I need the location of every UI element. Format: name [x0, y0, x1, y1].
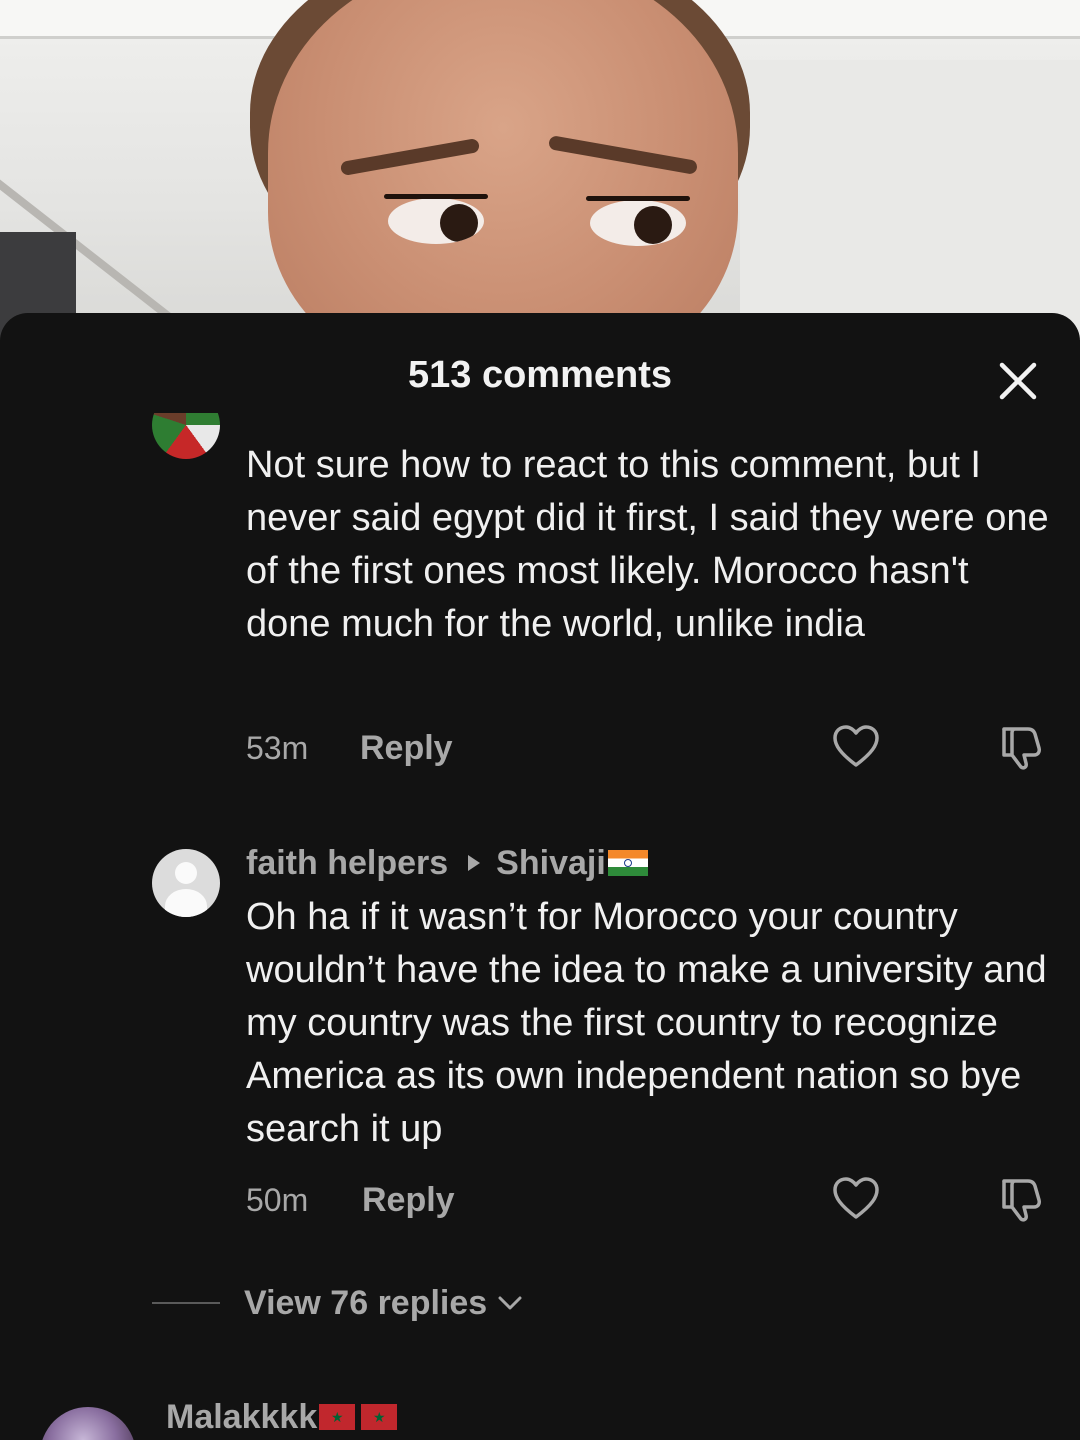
dislike-button[interactable]	[994, 721, 1046, 773]
heart-icon	[833, 725, 879, 767]
chevron-down-icon	[498, 1296, 522, 1310]
comment-author-line: faith helpers Shivaji	[246, 841, 648, 885]
reply-button[interactable]: Reply	[360, 728, 453, 768]
view-replies-button[interactable]: View 76 replies	[152, 1281, 523, 1325]
dislike-button[interactable]	[994, 1173, 1046, 1225]
right-eye	[590, 200, 686, 246]
author-name[interactable]: Malakkkk	[166, 1398, 317, 1437]
heart-icon	[833, 1177, 879, 1219]
thumbs-down-icon	[1002, 1179, 1041, 1222]
like-button[interactable]	[830, 721, 882, 773]
left-lashes	[384, 194, 488, 199]
left-eye	[388, 198, 484, 244]
avatar[interactable]	[152, 849, 220, 917]
comments-count-title: 513 comments	[407, 354, 672, 396]
comment-time: 50m	[246, 1182, 309, 1218]
author-name[interactable]: faith helpers	[246, 844, 448, 883]
comment-text: Oh ha if it wasn’t for Morocco your coun…	[246, 896, 1058, 1150]
morocco-flag-icon	[361, 1404, 398, 1430]
avatar[interactable]	[40, 1407, 136, 1440]
thumbs-down-icon	[1002, 727, 1041, 770]
close-button[interactable]	[996, 359, 1040, 403]
view-replies-label: View 76 replies	[244, 1283, 488, 1322]
like-button[interactable]	[830, 1173, 882, 1225]
reply-arrow-icon	[468, 855, 481, 871]
close-icon	[999, 362, 1037, 400]
reply-button[interactable]: Reply	[362, 1180, 455, 1220]
avatar[interactable]	[152, 413, 220, 465]
india-flag-icon	[607, 850, 648, 876]
wall-panel	[740, 60, 1080, 340]
comment-time: 53m	[246, 730, 309, 766]
comments-sheet: 513 comments Not sure how to react to th…	[0, 313, 1080, 1440]
divider	[152, 1302, 220, 1304]
right-lashes	[586, 196, 690, 201]
reply-to-name[interactable]: Shivaji	[496, 844, 606, 883]
morocco-flag-icon	[319, 1404, 356, 1430]
video-background	[0, 0, 1080, 340]
comment-author-line: Malakkkk	[166, 1395, 398, 1439]
comment-text: Not sure how to react to this comment, b…	[246, 444, 1060, 645]
